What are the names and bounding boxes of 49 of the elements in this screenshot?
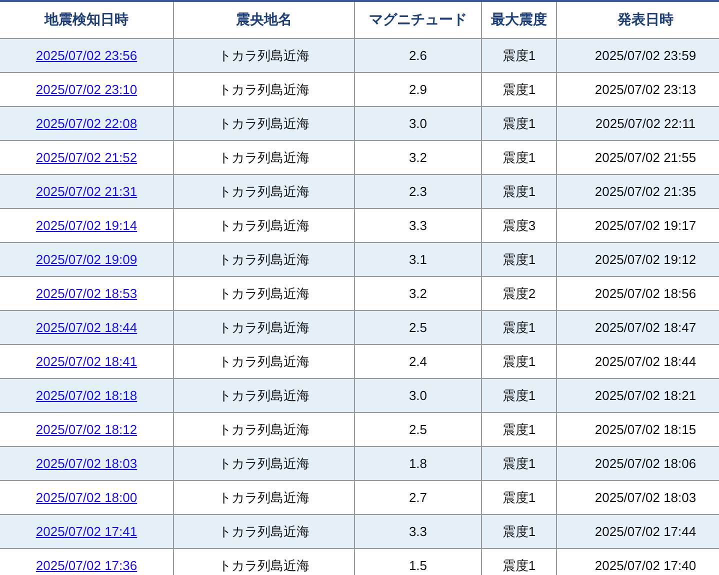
table-cell: トカラ列島近海 bbox=[174, 548, 354, 575]
table-cell: 震度1 bbox=[482, 446, 556, 480]
table-cell: 2025/07/02 18:06 bbox=[556, 446, 719, 480]
detection-time-link[interactable]: 2025/07/02 21:52 bbox=[36, 150, 138, 165]
table-cell: 震度1 bbox=[482, 378, 556, 412]
table-cell: 2.3 bbox=[354, 174, 482, 208]
column-header: マグニチュード bbox=[354, 1, 482, 38]
table-cell: 1.5 bbox=[354, 548, 482, 575]
table-cell: 3.3 bbox=[354, 514, 482, 548]
table-cell: トカラ列島近海 bbox=[174, 446, 354, 480]
table-cell: 3.0 bbox=[354, 378, 482, 412]
detection-time-link[interactable]: 2025/07/02 23:10 bbox=[36, 82, 138, 97]
table-cell: 3.1 bbox=[354, 242, 482, 276]
table-cell: トカラ列島近海 bbox=[174, 106, 354, 140]
table-cell: 1.8 bbox=[354, 446, 482, 480]
detection-time-link[interactable]: 2025/07/02 18:12 bbox=[36, 422, 138, 437]
table-cell: トカラ列島近海 bbox=[174, 310, 354, 344]
table-cell: 2025/07/02 21:35 bbox=[556, 174, 719, 208]
table-cell: 2.6 bbox=[354, 38, 482, 72]
table-cell: 2025/07/02 17:44 bbox=[556, 514, 719, 548]
detection-time-link[interactable]: 2025/07/02 17:36 bbox=[36, 558, 138, 573]
table-cell: 震度1 bbox=[482, 38, 556, 72]
column-header: 震央地名 bbox=[174, 1, 354, 38]
table-cell: 震度1 bbox=[482, 514, 556, 548]
table-cell: 2025/07/02 19:12 bbox=[556, 242, 719, 276]
table-cell: 震度1 bbox=[482, 174, 556, 208]
table-cell: 震度1 bbox=[482, 106, 556, 140]
column-header: 最大震度 bbox=[482, 1, 556, 38]
table-cell: 2025/07/02 18:47 bbox=[556, 310, 719, 344]
table-cell: 震度1 bbox=[482, 310, 556, 344]
table-cell: 2025/07/02 18:21 bbox=[556, 378, 719, 412]
detection-time-link[interactable]: 2025/07/02 18:00 bbox=[36, 490, 138, 505]
table-cell: 2025/07/02 23:59 bbox=[556, 38, 719, 72]
table-cell: トカラ列島近海 bbox=[174, 514, 354, 548]
table-cell: 2025/07/02 17:40 bbox=[556, 548, 719, 575]
detection-time-link[interactable]: 2025/07/02 18:41 bbox=[36, 354, 138, 369]
table-cell: トカラ列島近海 bbox=[174, 242, 354, 276]
detection-time-link[interactable]: 2025/07/02 18:53 bbox=[36, 286, 138, 301]
column-header: 地震検知日時 bbox=[0, 1, 174, 38]
table-cell: トカラ列島近海 bbox=[174, 378, 354, 412]
table-cell: 3.0 bbox=[354, 106, 482, 140]
table-cell: 2025/07/02 22:11 bbox=[556, 106, 719, 140]
column-header: 発表日時 bbox=[556, 1, 719, 38]
detection-time-link[interactable]: 2025/07/02 19:14 bbox=[36, 218, 138, 233]
table-cell: トカラ列島近海 bbox=[174, 174, 354, 208]
table-cell: 震度1 bbox=[482, 548, 556, 575]
table-cell: 2.5 bbox=[354, 310, 482, 344]
table-cell: トカラ列島近海 bbox=[174, 38, 354, 72]
table-cell: 震度1 bbox=[482, 242, 556, 276]
